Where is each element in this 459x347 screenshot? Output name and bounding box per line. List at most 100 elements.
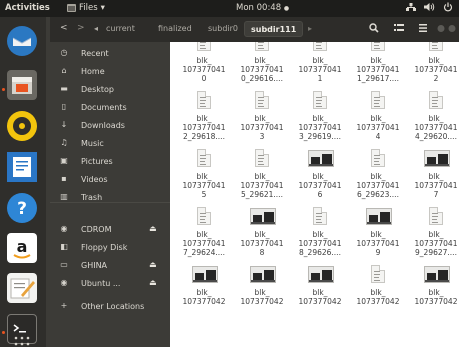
file-name-line: blk_: [312, 114, 328, 123]
sidebar-item-pictures[interactable]: ▣ Pictures: [50, 153, 170, 171]
forward-button[interactable]: >: [77, 23, 85, 33]
breadcrumb-scroll-left[interactable]: ◂: [94, 24, 98, 33]
clock[interactable]: Mon 00:48 ●: [236, 3, 289, 13]
file-item[interactable]: blk_ 107377041 6: [291, 150, 349, 210]
file-item[interactable]: blk_ 107377041 5_29621....: [233, 149, 291, 210]
file-item[interactable]: blk_ 107377041 3_29619....: [291, 91, 349, 152]
file-name-line: 107377041: [414, 181, 458, 190]
rhythmbox-icon[interactable]: [7, 111, 37, 141]
text-file-icon: [197, 207, 211, 225]
app-menu[interactable]: Files ▾: [67, 3, 105, 13]
file-item[interactable]: blk_ 107377041 1_29617....: [349, 42, 407, 94]
file-item[interactable]: blk_ 107377041 2_29618....: [175, 91, 233, 152]
power-icon[interactable]: [443, 2, 453, 12]
text-file-icon: [313, 42, 327, 51]
network-icon[interactable]: [406, 2, 416, 12]
sidebar-item-documents[interactable]: ▯ Documents: [50, 99, 170, 117]
file-item[interactable]: blk_ 107377041 1: [291, 42, 349, 94]
sidebar-item-ubuntu[interactable]: ◉ Ubuntu ... ⏏: [50, 275, 170, 293]
file-item[interactable]: blk_ 107377041 0_29616....: [233, 42, 291, 94]
sidebar-item-floppy-disk[interactable]: ◧ Floppy Disk: [50, 239, 170, 257]
eject-icon[interactable]: ⏏: [149, 278, 157, 287]
file-name: blk_ 107377042: [349, 288, 407, 306]
file-name-line: blk_: [254, 230, 270, 239]
breadcrumb-scroll-right[interactable]: ▸: [308, 24, 312, 33]
file-item[interactable]: blk_ 107377042: [233, 266, 291, 326]
volume-icon[interactable]: [424, 2, 435, 12]
file-item[interactable]: blk_ 107377041 7_29624....: [175, 207, 233, 268]
sidebar-item-desktop[interactable]: ▬ Desktop: [50, 81, 170, 99]
sidebar-item-trash[interactable]: ▥ Trash: [50, 189, 170, 207]
writer-icon[interactable]: [7, 152, 37, 182]
file-item[interactable]: blk_ 107377041 6_29623....: [349, 149, 407, 210]
breadcrumb-finalized[interactable]: finalized: [158, 24, 192, 33]
menu-icon[interactable]: [418, 23, 428, 33]
file-item[interactable]: blk_ 107377041 0: [175, 42, 233, 94]
trash-icon: ▥: [60, 192, 68, 201]
sidebar-item-other-locations[interactable]: + Other Locations: [50, 298, 170, 316]
text-editor-icon[interactable]: [7, 273, 37, 303]
thunderbird-icon[interactable]: [7, 26, 37, 56]
file-item[interactable]: blk_ 107377041 8_29626....: [291, 207, 349, 268]
file-item[interactable]: blk_ 107377041 5: [175, 149, 233, 210]
sidebar-item-music[interactable]: ♫ Music: [50, 135, 170, 153]
back-button[interactable]: <: [60, 23, 68, 33]
file-name-line: 4: [375, 132, 381, 141]
desktop-icon: ▬: [60, 84, 68, 93]
breadcrumb-current[interactable]: current: [106, 24, 135, 33]
sidebar-item-downloads[interactable]: ↓ Downloads: [50, 117, 170, 135]
breadcrumb-subdir0[interactable]: subdir0: [208, 24, 238, 33]
file-name-line: 2: [433, 74, 439, 83]
list-view-icon[interactable]: [394, 23, 404, 33]
file-name-line: 107377041: [240, 65, 284, 74]
file-name: blk_ 107377041 6: [291, 172, 349, 199]
breadcrumb-subdir111[interactable]: subdir111: [244, 21, 304, 37]
sidebar-item-ghina[interactable]: ▭ GHINA ⏏: [50, 257, 170, 275]
activities-button[interactable]: Activities: [5, 3, 50, 13]
file-name: blk_ 107377042: [175, 288, 233, 306]
eject-icon[interactable]: ⏏: [149, 224, 157, 233]
file-name: blk_ 107377041 0_29616....: [233, 56, 291, 83]
clock-label: Mon 00:48: [236, 3, 282, 13]
file-item[interactable]: blk_ 107377041 4: [349, 91, 407, 152]
file-item[interactable]: blk_ 107377041 9: [349, 208, 407, 268]
file-name-line: 107377041: [182, 65, 226, 74]
file-name: blk_ 107377041 1_29617....: [349, 56, 407, 83]
text-file-icon: [313, 91, 327, 109]
dock: ? a: [0, 17, 46, 347]
sidebar-item-home[interactable]: ⌂ Home: [50, 63, 170, 81]
file-item[interactable]: blk_ 107377042: [175, 266, 233, 326]
sidebar-item-recent[interactable]: ◷ Recent: [50, 45, 170, 63]
file-item[interactable]: blk_ 107377041 3: [233, 91, 291, 152]
text-file-icon: [429, 42, 443, 51]
text-file-icon: [255, 42, 269, 51]
file-item[interactable]: blk_ 107377041 4_29620....: [407, 91, 459, 152]
file-name-line: 9_29627....: [415, 248, 457, 257]
file-item[interactable]: blk_ 107377041 2: [407, 42, 459, 94]
file-name-line: 8: [259, 248, 265, 257]
app-grid-icon[interactable]: [14, 333, 30, 346]
file-name-line: 107377041: [240, 123, 284, 132]
system-tray[interactable]: [406, 2, 453, 12]
image-file-icon: [308, 266, 334, 283]
help-icon[interactable]: ?: [7, 193, 37, 223]
file-item[interactable]: blk_ 107377042: [291, 266, 349, 326]
image-file-icon: [424, 150, 450, 167]
eject-icon[interactable]: ⏏: [149, 260, 157, 269]
image-file-icon: [366, 208, 392, 225]
file-name-line: 5: [201, 190, 207, 199]
file-item[interactable]: blk_ 107377042: [349, 265, 407, 326]
window-controls-icon[interactable]: [437, 24, 457, 33]
amazon-icon[interactable]: a: [7, 233, 37, 263]
text-file-icon: [371, 149, 385, 167]
file-item[interactable]: blk_ 107377041 7: [407, 150, 459, 210]
file-item[interactable]: blk_ 107377042: [407, 266, 459, 326]
search-icon[interactable]: [369, 23, 379, 33]
file-item[interactable]: blk_ 107377041 9_29627....: [407, 207, 459, 268]
sidebar-item-label: Desktop: [81, 85, 114, 94]
sidebar-item-videos[interactable]: ▪ Videos: [50, 171, 170, 189]
file-item[interactable]: blk_ 107377041 8: [233, 208, 291, 268]
sidebar-item-cdrom[interactable]: ◉ CDROM ⏏: [50, 221, 170, 239]
file-name-line: 4_29620....: [415, 132, 457, 141]
files-icon[interactable]: [7, 70, 37, 100]
